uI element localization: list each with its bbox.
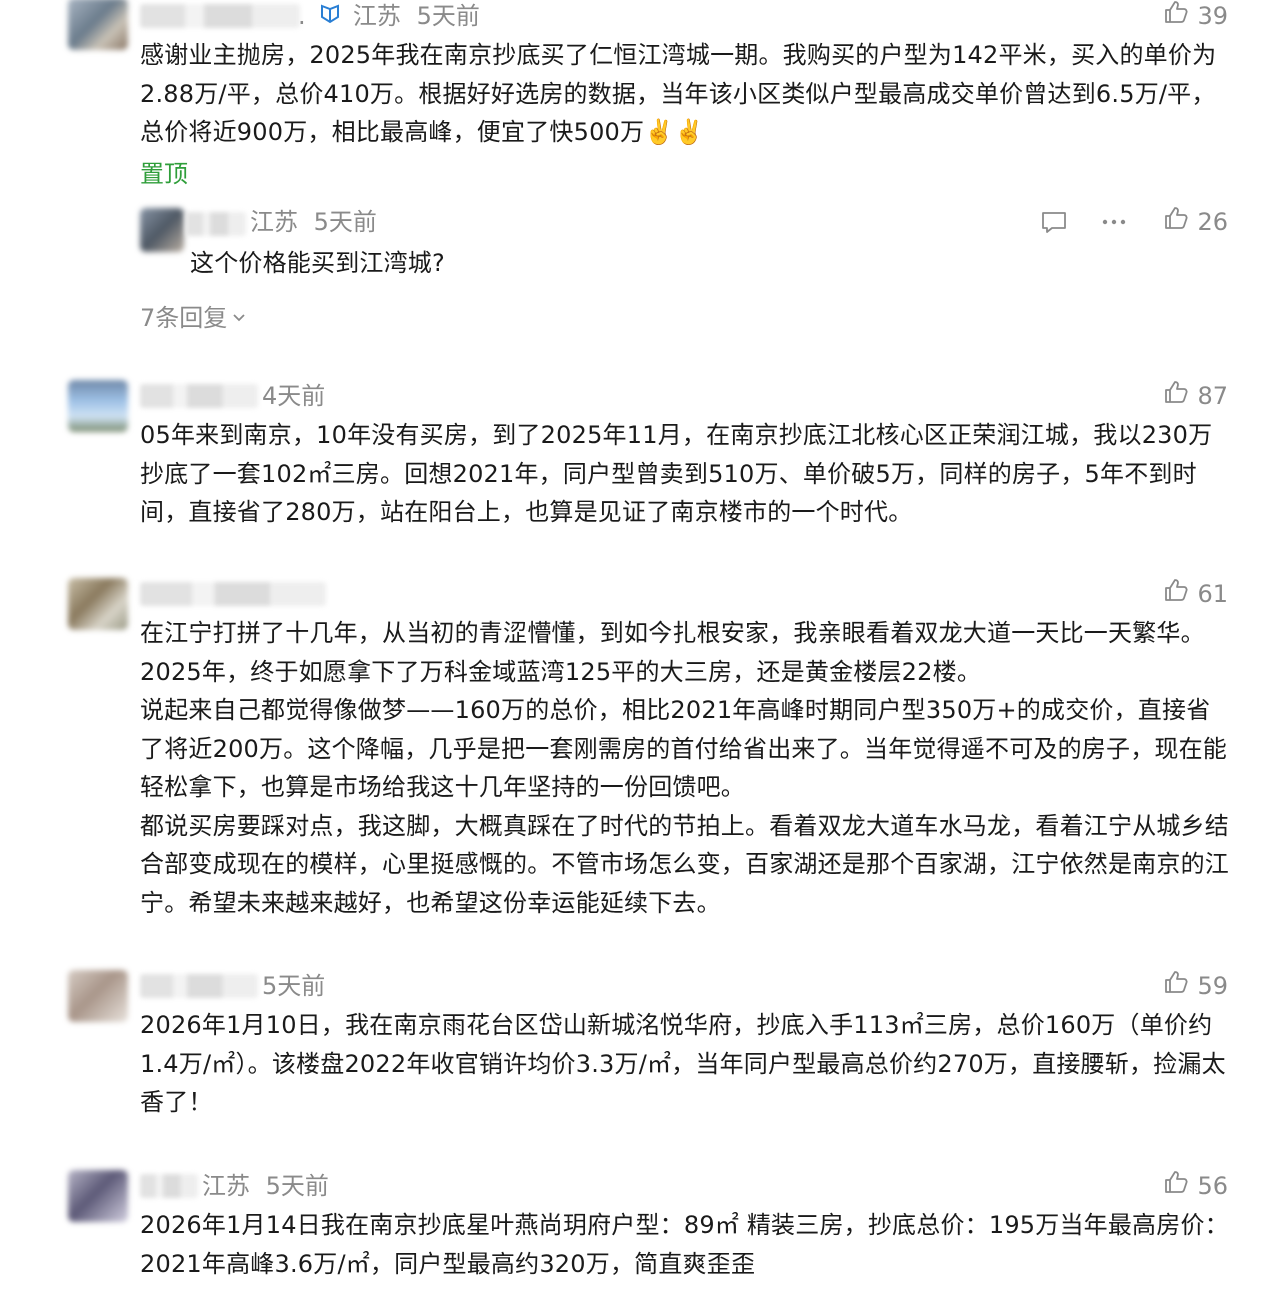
reply-like-count: 26: [1197, 208, 1228, 236]
timestamp: 5天前: [262, 972, 326, 1000]
comment-meta: 4天前: [262, 380, 325, 412]
avatar[interactable]: [68, 970, 128, 1022]
avatar[interactable]: [68, 578, 128, 630]
reply-region: 江苏: [250, 208, 298, 236]
username-blurred[interactable]: [140, 974, 258, 998]
like-count: 59: [1197, 972, 1228, 1000]
speech-bubble-icon: [1040, 209, 1068, 239]
comment-meta: 江苏 5天前: [202, 1170, 329, 1202]
comment-meta: 5天前: [262, 970, 325, 1002]
username-blurred[interactable]: [140, 582, 326, 606]
reply-meta: 江苏 5天前: [250, 206, 377, 238]
more-dots-icon: [1100, 209, 1128, 239]
pinned-label: 置顶: [140, 160, 188, 188]
comment-text: 2026年1月14日我在南京抄底星叶燕尚玥府户型：89㎡ 精装三房，抄底总价：1…: [140, 1211, 1229, 1278]
timestamp: 5天前: [416, 2, 480, 30]
avatar[interactable]: [68, 380, 128, 432]
timestamp: 5天前: [265, 1172, 329, 1200]
like-button[interactable]: 39: [1163, 0, 1228, 32]
verified-badge-icon: [319, 1, 341, 33]
comment-paragraph: 都说买房要踩对点，我这脚，大概真踩在了时代的节拍上。看着双龙大道车水马龙，看着江…: [140, 811, 1229, 917]
reply-avatar[interactable]: [140, 208, 184, 252]
comment-text: 感谢业主抛房，2025年我在南京抄底买了仁恒江湾城一期。我购买的户型为142平米…: [140, 41, 1217, 146]
username-blurred[interactable]: [140, 4, 300, 28]
chevron-down-icon: [231, 302, 247, 330]
like-button[interactable]: 59: [1163, 970, 1228, 1002]
reply-text: 这个价格能买到江湾城?: [190, 249, 445, 277]
reply-comment-button[interactable]: [1040, 208, 1068, 240]
like-count: 56: [1197, 1172, 1228, 1200]
like-count: 39: [1197, 2, 1228, 30]
thumbs-up-icon: [1163, 0, 1189, 33]
thumbs-up-icon: [1163, 379, 1189, 413]
more-replies-label: 7条回复: [140, 304, 228, 332]
comment-meta: . 江苏 5天前: [298, 0, 480, 32]
timestamp: 4天前: [262, 382, 326, 410]
thumbs-up-icon: [1163, 577, 1189, 611]
like-count: 87: [1197, 382, 1228, 410]
more-options-button[interactable]: [1100, 208, 1128, 240]
thumbs-up-icon: [1163, 205, 1189, 239]
like-count: 61: [1197, 580, 1228, 608]
comment-text: 2026年1月10日，我在南京雨花台区岱山新城洺悦华府，抄底入手113㎡三房，总…: [140, 1011, 1226, 1116]
comment-text: 05年来到南京，10年没有买房，到了2025年11月，在南京抄底江北核心区正荣润…: [140, 421, 1213, 526]
comment-text: 在江宁打拼了十几年，从当初的青涩懵懂，到如今扎根安家，我亲眼看着双龙大道一天比一…: [140, 614, 1230, 922]
reply-like-button[interactable]: 26: [1163, 206, 1228, 238]
reply-username-blurred[interactable]: [186, 212, 246, 236]
region: 江苏: [352, 2, 401, 30]
reply-timestamp: 5天前: [313, 208, 377, 236]
username-blurred[interactable]: [140, 1174, 198, 1198]
thumbs-up-icon: [1163, 969, 1189, 1003]
meta-prefix: .: [298, 2, 306, 30]
avatar[interactable]: [68, 1170, 128, 1222]
region: 江苏: [202, 1172, 250, 1200]
like-button[interactable]: 61: [1163, 578, 1228, 610]
more-replies-link[interactable]: 7条回复: [140, 298, 247, 333]
username-blurred[interactable]: [140, 384, 258, 408]
like-button[interactable]: 87: [1163, 380, 1228, 412]
thumbs-up-icon: [1163, 1169, 1189, 1203]
comment-paragraph: 在江宁打拼了十几年，从当初的青涩懵懂，到如今扎根安家，我亲眼看着双龙大道一天比一…: [140, 619, 1205, 686]
like-button[interactable]: 56: [1163, 1170, 1228, 1202]
avatar[interactable]: [68, 0, 128, 50]
comment-paragraph: 说起来自己都觉得像做梦——160万的总价，相比2021年高峰时期同户型350万+…: [140, 696, 1228, 801]
